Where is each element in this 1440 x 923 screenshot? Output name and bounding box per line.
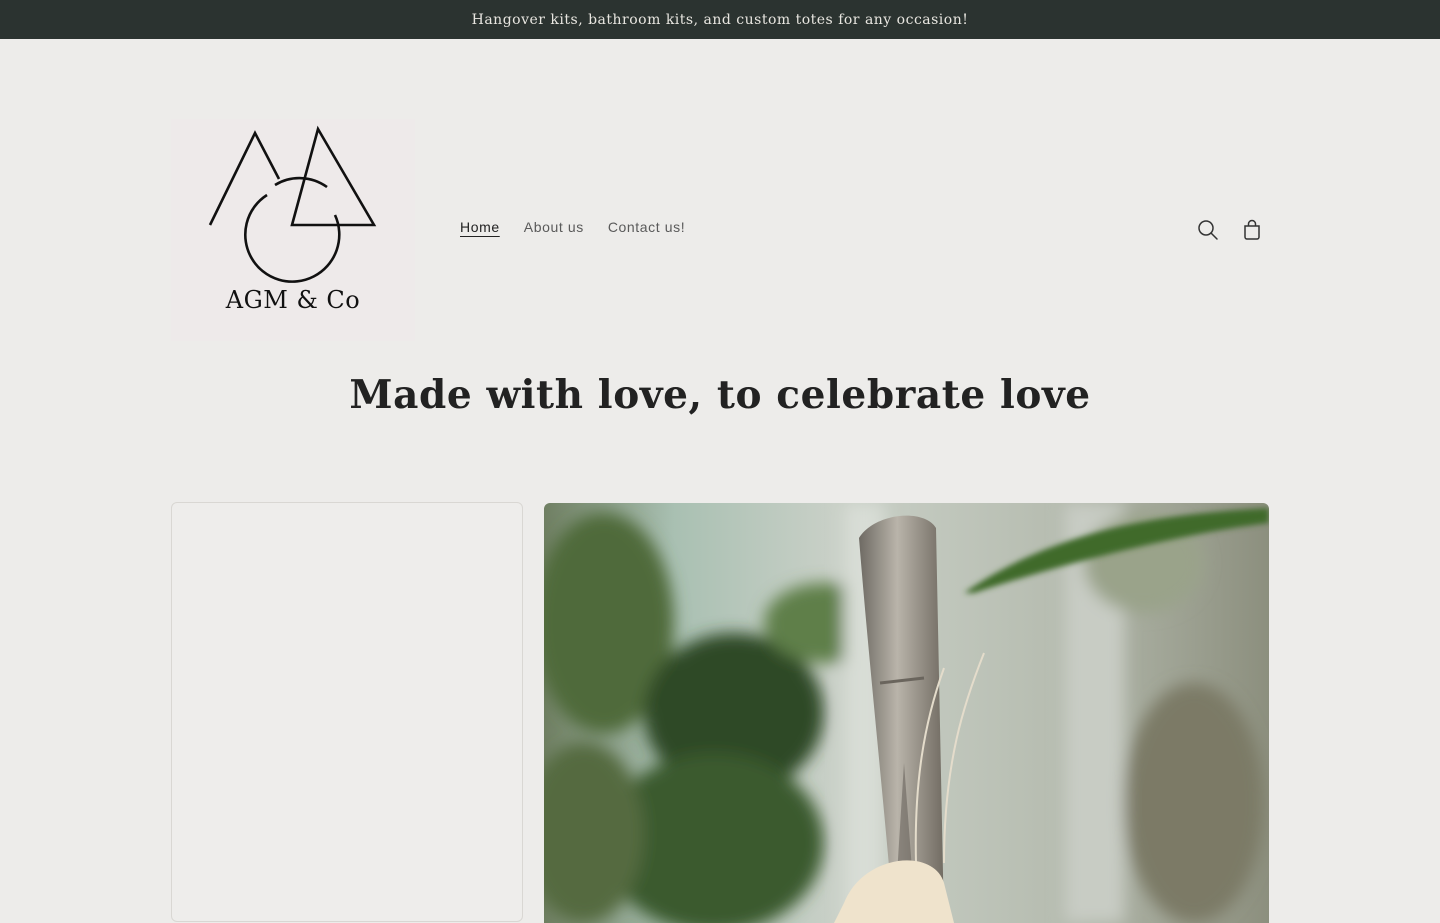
page-title: Made with love, to celebrate love: [349, 372, 1091, 418]
announcement-text: Hangover kits, bathroom kits, and custom…: [471, 11, 969, 28]
cart-icon: [1244, 219, 1260, 240]
featured-card-empty[interactable]: [171, 502, 523, 922]
nav-item-contact-us[interactable]: Contact us!: [596, 215, 697, 239]
featured-product-image[interactable]: [544, 503, 1269, 923]
nav-item-home[interactable]: Home: [448, 215, 512, 239]
main-nav: Home About us Contact us!: [448, 215, 697, 239]
nav-item-about-us[interactable]: About us: [512, 215, 596, 239]
product-photo: [544, 503, 1269, 923]
brand-name: AGM & Co: [225, 286, 361, 314]
brand-logo[interactable]: AGM & Co: [171, 119, 415, 341]
site-header: AGM & Co Home About us Contact us!: [0, 39, 1440, 341]
search-button[interactable]: [1189, 211, 1227, 249]
search-icon: [1198, 220, 1218, 240]
logo-mark-icon: [208, 125, 377, 283]
announcement-bar: Hangover kits, bathroom kits, and custom…: [0, 0, 1440, 39]
cart-button[interactable]: [1233, 211, 1271, 249]
